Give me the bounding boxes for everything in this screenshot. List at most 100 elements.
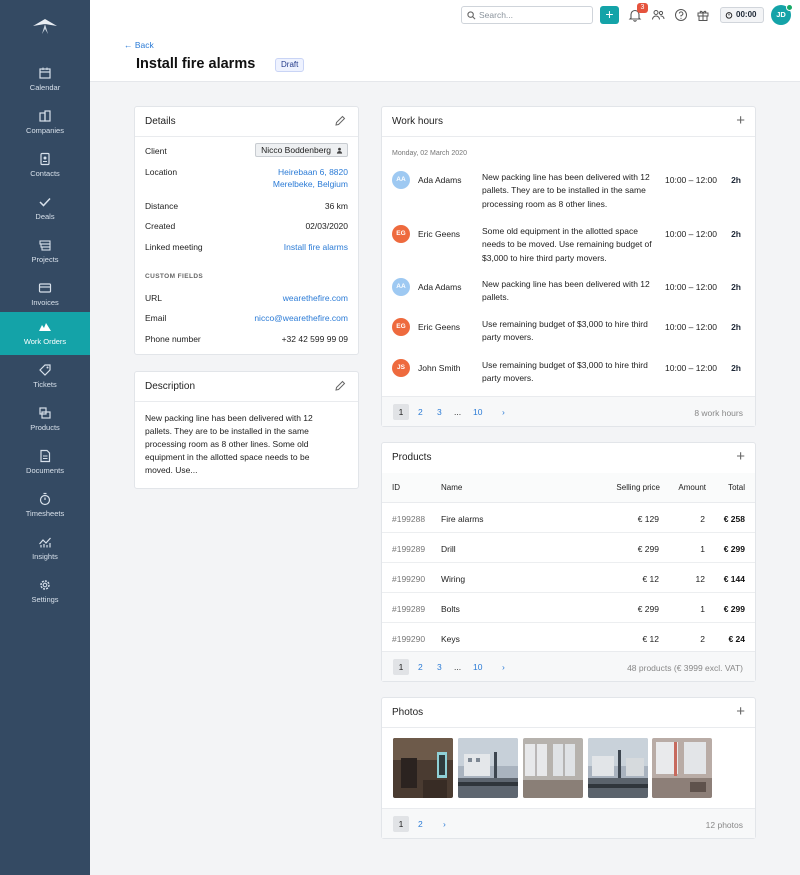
client-chip[interactable]: Nicco Boddenberg	[255, 143, 348, 157]
search-input[interactable]: Search...	[461, 6, 593, 24]
sidebar-item-documents[interactable]: Documents	[0, 443, 90, 486]
table-row[interactable]: #199288 Fire alarms € 129 2 € 258	[382, 503, 755, 533]
work-hour-entry[interactable]: EG Eric Geens Some old equipment in the …	[392, 225, 745, 263]
column-header-total: Total	[728, 483, 745, 492]
product-name: Wiring	[441, 574, 466, 584]
page-button[interactable]: 10	[473, 659, 482, 675]
product-name: Drill	[441, 544, 456, 554]
photo-thumbnail[interactable]	[588, 738, 648, 798]
page-button[interactable]: 1	[393, 659, 409, 675]
gear-icon	[40, 580, 50, 590]
work-hour-entry[interactable]: EG Eric Geens Use remaining budget of $3…	[392, 318, 745, 354]
sidebar-item-products[interactable]: Products	[0, 400, 90, 443]
table-row[interactable]: #199289 Bolts € 299 1 € 299	[382, 593, 755, 623]
details-title: Details	[145, 116, 176, 127]
next-page-button[interactable]: ›	[443, 816, 446, 832]
work-hours-title: Work hours	[392, 116, 443, 127]
next-page-button[interactable]: ›	[502, 404, 505, 420]
sidebar-item-companies[interactable]: Companies	[0, 103, 90, 146]
page-button[interactable]: 2	[418, 404, 423, 420]
products-table-header: ID Name Selling price Amount Total	[382, 473, 755, 503]
page-button[interactable]: 2	[418, 659, 423, 675]
sidebar-item-label: Projects	[31, 255, 59, 264]
sidebar-item-work-orders[interactable]: Work Orders	[0, 312, 90, 355]
sidebar-item-insights[interactable]: Insights	[0, 529, 90, 572]
photo-thumbnail[interactable]	[652, 738, 712, 798]
plus-icon[interactable]: +	[736, 449, 745, 464]
table-row[interactable]: #199290 Wiring € 12 12 € 144	[382, 563, 755, 593]
table-row[interactable]: #199289 Drill € 299 1 € 299	[382, 533, 755, 563]
email-label: Email	[145, 313, 167, 323]
top-bar	[90, 0, 800, 31]
page-button[interactable]: 1	[393, 816, 409, 832]
entry-hours: 2h	[731, 322, 741, 332]
sidebar-item-label: Deals	[35, 212, 55, 221]
entry-description: New packing line has been delivered with…	[482, 279, 650, 303]
products-card: Products + ID Name Selling price Amount …	[381, 442, 756, 682]
description-title: Description	[145, 381, 196, 392]
location-line-1[interactable]: Heirebaan 6, 8820	[278, 167, 348, 177]
calendar-icon	[39, 67, 51, 79]
location-line-2[interactable]: Merelbeke, Belgium	[273, 179, 348, 189]
page-button[interactable]: 2	[418, 816, 423, 832]
phone-value: +32 42 599 99 09	[281, 334, 348, 344]
entry-name: Eric Geens	[418, 229, 461, 239]
page-button[interactable]: 3	[437, 659, 442, 675]
entry-description: New packing line has been delivered with…	[482, 172, 650, 209]
entry-name: Eric Geens	[418, 322, 461, 332]
product-price: € 12	[642, 634, 659, 644]
logo[interactable]	[31, 16, 59, 36]
sidebar-item-calendar[interactable]: Calendar	[0, 60, 90, 103]
linked-meeting-label: Linked meeting	[145, 242, 203, 252]
email-link[interactable]: nicco@wearethefire.com	[254, 313, 348, 323]
pencil-icon[interactable]	[334, 380, 346, 392]
back-link[interactable]: ← Back	[124, 40, 154, 50]
sidebar-item-timesheets[interactable]: Timesheets	[0, 486, 90, 529]
sidebar-item-label: Calendar	[29, 83, 61, 92]
distance-value: 36 km	[324, 201, 348, 211]
gift-icon[interactable]	[696, 8, 710, 22]
linked-meeting-link[interactable]: Install fire alarms	[284, 242, 348, 252]
sidebar-item-deals[interactable]: Deals	[0, 189, 90, 232]
sidebar-item-projects[interactable]: Projects	[0, 232, 90, 275]
pencil-icon[interactable]	[334, 115, 346, 127]
work-hour-entry[interactable]: JS John Smith Use remaining budget of $3…	[392, 359, 745, 395]
page-button[interactable]: 3	[437, 404, 442, 420]
product-id: #199288	[392, 514, 426, 524]
timer-button[interactable]: 00:00	[720, 7, 764, 23]
product-name: Keys	[441, 634, 460, 644]
entry-time: 10:00 – 12:00	[665, 282, 717, 292]
page-button[interactable]: 10	[473, 404, 482, 420]
sidebar-item-settings[interactable]: Settings	[0, 572, 90, 615]
help-icon[interactable]	[674, 8, 688, 22]
plus-icon[interactable]: +	[736, 704, 745, 719]
product-price: € 12	[642, 574, 659, 584]
photos-card: Photos + 1 2 › 12 photos	[381, 697, 756, 839]
page-button[interactable]: 1	[393, 404, 409, 420]
work-hour-entry[interactable]: AA Ada Adams New packing line has been d…	[392, 171, 745, 209]
photos-title: Photos	[392, 707, 424, 718]
product-price: € 299	[637, 544, 659, 554]
url-link[interactable]: wearethefire.com	[283, 293, 348, 303]
work-hour-entry[interactable]: AA Ada Adams New packing line has been d…	[392, 278, 745, 314]
products-summary: 48 products (€ 3999 excl. VAT)	[627, 663, 743, 673]
sidebar-item-tickets[interactable]: Tickets	[0, 357, 90, 400]
people-icon[interactable]	[651, 8, 665, 22]
next-page-button[interactable]: ›	[502, 659, 505, 675]
table-row[interactable]: #199290 Keys € 12 2 € 24	[382, 623, 755, 653]
work-hours-count: 8 work hours	[694, 408, 743, 418]
sidebar-item-label: Documents	[26, 466, 64, 475]
stopwatch-icon	[725, 12, 733, 19]
invoices-icon	[38, 283, 52, 293]
sidebar-item-contacts[interactable]: Contacts	[0, 146, 90, 189]
add-button[interactable]: +	[600, 6, 619, 24]
sidebar-item-label: Invoices	[31, 298, 59, 307]
avatar: AA	[392, 278, 410, 296]
avatar: EG	[392, 225, 410, 243]
photo-thumbnail[interactable]	[458, 738, 518, 798]
contacts-icon	[40, 152, 50, 166]
photos-footer: 1 2 › 12 photos	[382, 808, 755, 838]
plus-icon[interactable]: +	[736, 113, 745, 128]
photo-thumbnail[interactable]	[523, 738, 583, 798]
photo-thumbnail[interactable]	[393, 738, 453, 798]
